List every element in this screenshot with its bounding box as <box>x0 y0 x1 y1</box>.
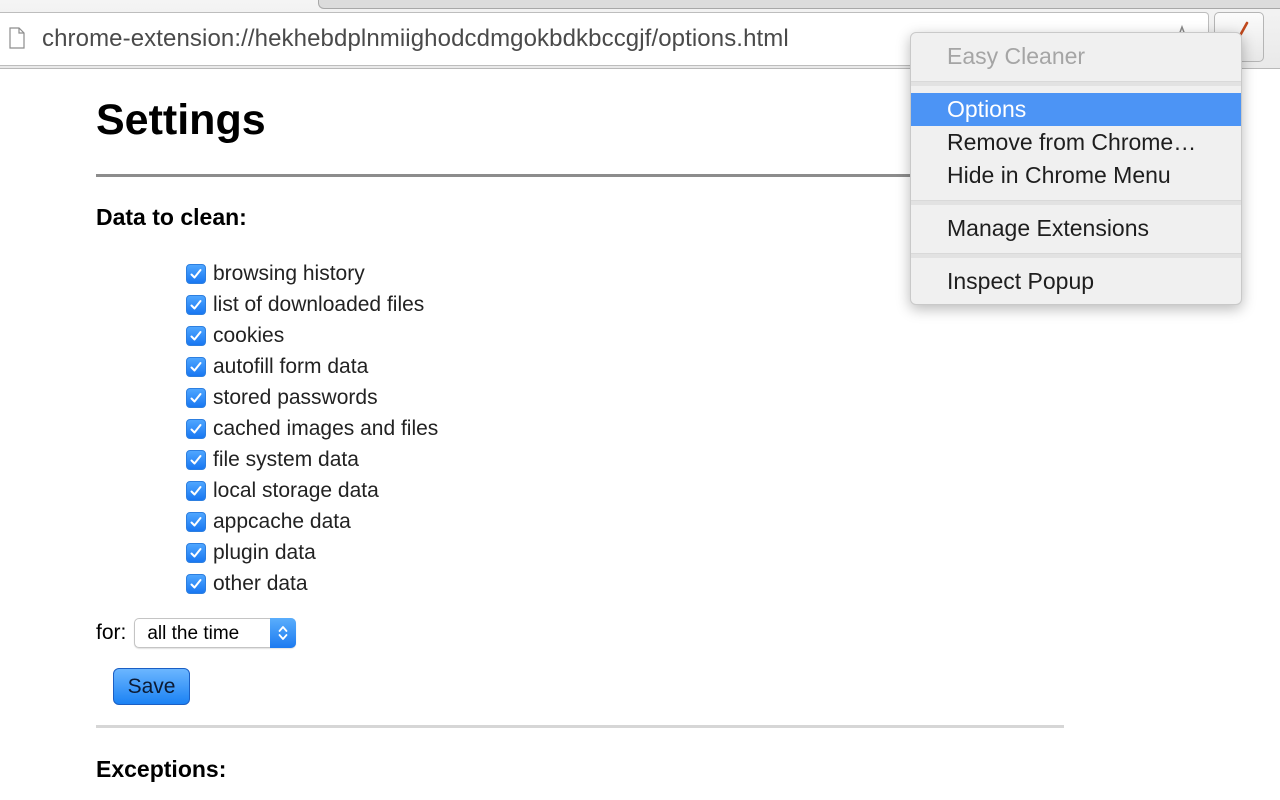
period-select-value: all the time <box>147 623 240 644</box>
menu-separator <box>911 200 1241 205</box>
select-arrows-icon[interactable] <box>270 618 297 648</box>
data-to-clean-heading: Data to clean: <box>96 204 247 230</box>
period-row: for: all the time <box>96 618 297 648</box>
checkbox-checked-icon[interactable] <box>186 418 206 439</box>
list-item[interactable]: cookies <box>186 320 438 351</box>
list-item[interactable]: other data <box>186 568 438 599</box>
menu-header-extension-name: Easy Cleaner <box>947 43 1086 69</box>
list-item[interactable]: list of downloaded files <box>186 289 438 320</box>
menu-separator <box>911 81 1241 86</box>
list-item[interactable]: autofill form data <box>186 351 438 382</box>
checkbox-label: plugin data <box>213 540 316 564</box>
checkbox-label: file system data <box>213 447 359 471</box>
checkbox-label: cookies <box>213 323 285 347</box>
url-text[interactable]: chrome-extension://hekhebdplnmiighodcdmg… <box>42 25 789 53</box>
checkbox-checked-icon[interactable] <box>186 294 206 315</box>
list-item[interactable]: file system data <box>186 444 438 475</box>
checkbox-label: appcache data <box>213 509 351 533</box>
checkbox-checked-icon[interactable] <box>186 263 206 284</box>
list-item[interactable]: cached images and files <box>186 413 438 444</box>
divider <box>96 725 1064 728</box>
checkbox-label: local storage data <box>213 478 379 502</box>
list-item[interactable]: appcache data <box>186 506 438 537</box>
list-item[interactable]: stored passwords <box>186 382 438 413</box>
checkbox-checked-icon[interactable] <box>186 387 206 408</box>
checkbox-label: cached images and files <box>213 416 439 440</box>
extension-context-menu: Easy Cleaner Options Remove from Chrome…… <box>910 32 1242 305</box>
tab-strip <box>318 0 1280 9</box>
list-item[interactable]: local storage data <box>186 475 438 506</box>
checkbox-checked-icon[interactable] <box>186 573 206 594</box>
exceptions-heading: Exceptions: <box>96 756 227 782</box>
checkbox-checked-icon[interactable] <box>186 356 206 377</box>
data-checklist: browsing history list of downloaded file… <box>186 258 438 599</box>
page-title: Settings <box>96 96 266 144</box>
menu-item-inspect-popup[interactable]: Inspect Popup <box>911 265 1241 298</box>
checkbox-label: stored passwords <box>213 385 378 409</box>
list-item[interactable]: browsing history <box>186 258 438 289</box>
checkbox-checked-icon[interactable] <box>186 325 206 346</box>
menu-item-manage-extensions[interactable]: Manage Extensions <box>911 212 1241 245</box>
menu-item-hide-in-chrome-menu[interactable]: Hide in Chrome Menu <box>911 159 1241 192</box>
checkbox-checked-icon[interactable] <box>186 480 206 501</box>
page-icon <box>9 27 25 49</box>
checkbox-checked-icon[interactable] <box>186 511 206 532</box>
checkbox-label: other data <box>213 571 308 595</box>
checkbox-label: browsing history <box>213 261 365 285</box>
checkbox-checked-icon[interactable] <box>186 542 206 563</box>
checkbox-checked-icon[interactable] <box>186 449 206 470</box>
checkbox-label: list of downloaded files <box>213 292 425 316</box>
period-label: for: <box>96 621 127 644</box>
period-select[interactable]: all the time <box>134 618 297 648</box>
save-button[interactable]: Save <box>113 668 190 705</box>
checkbox-label: autofill form data <box>213 354 369 378</box>
menu-item-remove-from-chrome[interactable]: Remove from Chrome… <box>911 126 1241 159</box>
menu-separator <box>911 253 1241 258</box>
menu-item-options[interactable]: Options <box>911 93 1241 126</box>
list-item[interactable]: plugin data <box>186 537 438 568</box>
